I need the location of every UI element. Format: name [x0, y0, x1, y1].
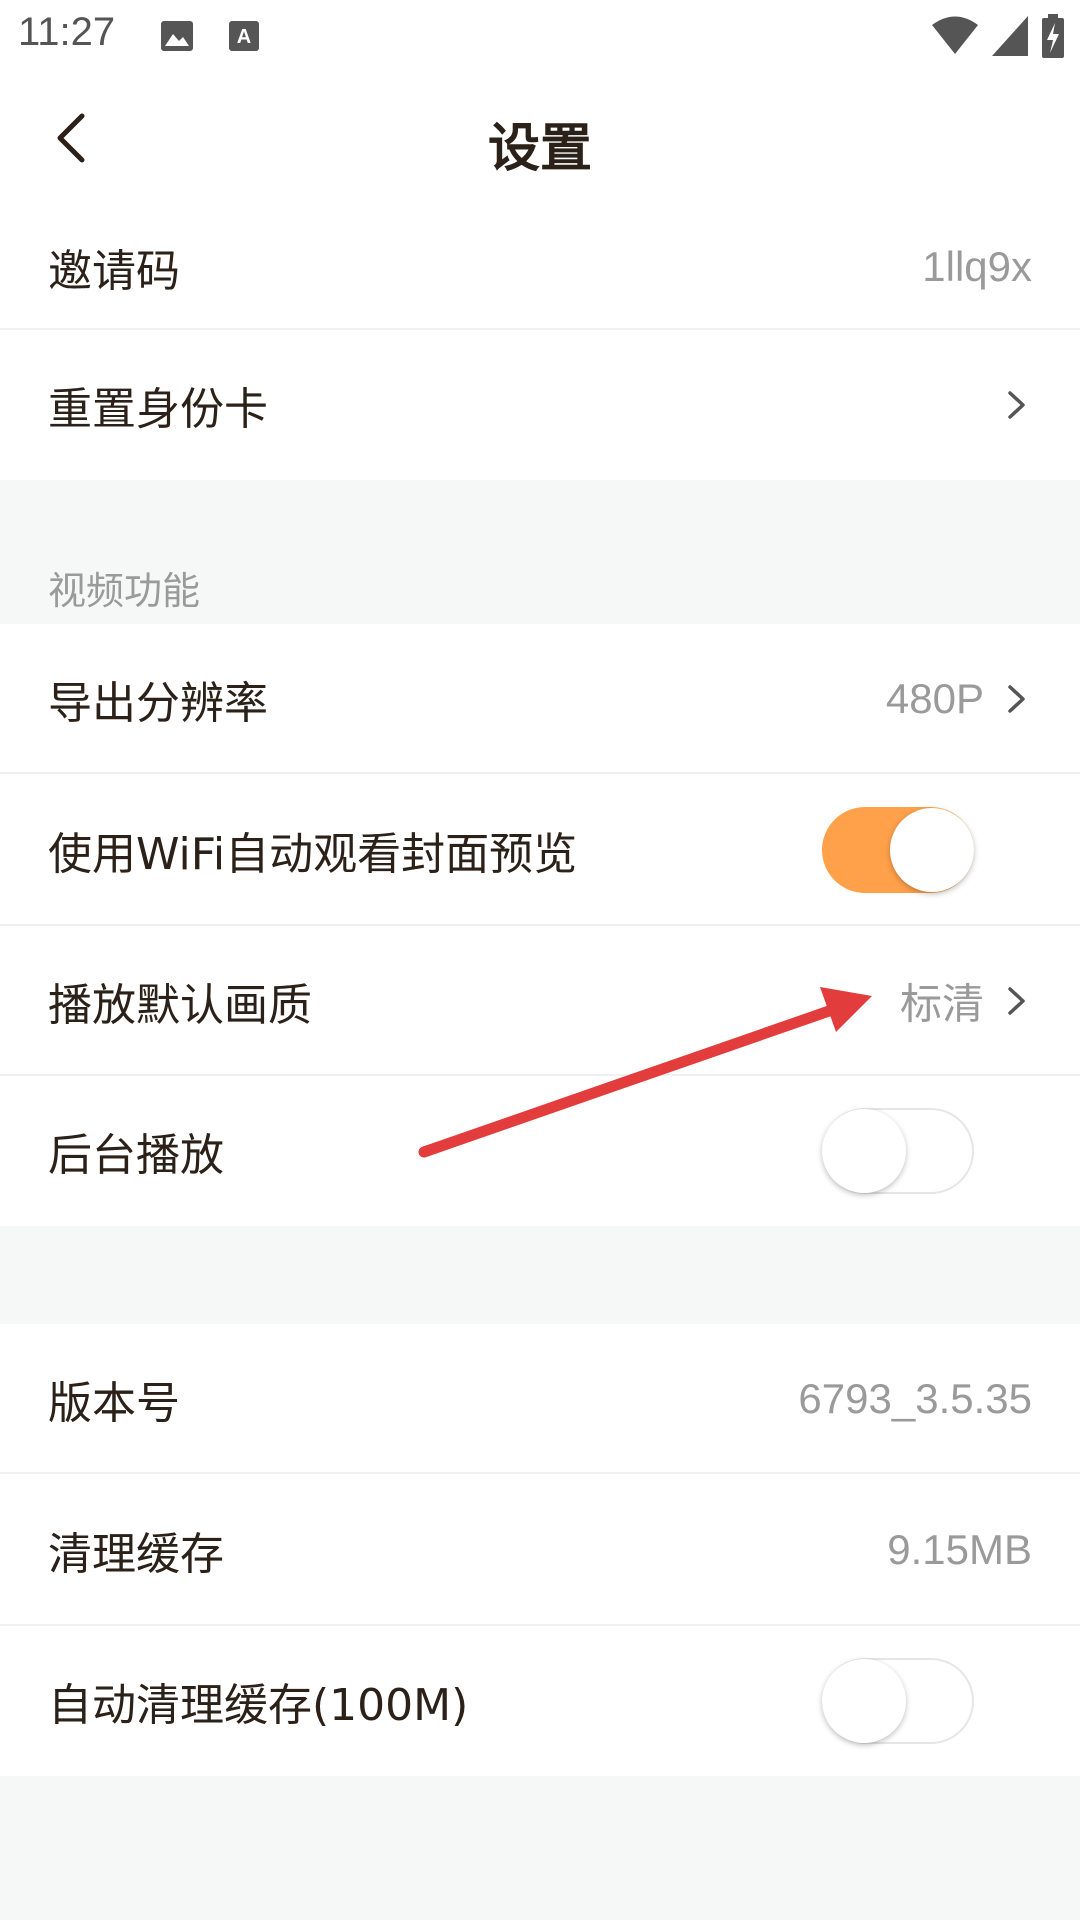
reset-id-card-label: 重置身份卡 [48, 384, 268, 435]
battery-charging-icon [1042, 14, 1064, 58]
reset-id-card-row[interactable]: 重置身份卡 [0, 330, 1080, 480]
default-quality-row[interactable]: 播放默认画质 标清 [0, 926, 1080, 1076]
version-value: 6793_3.5.35 [798, 1375, 1032, 1422]
status-time: 11:27 [18, 10, 116, 54]
wifi-autoplay-cover-row: 使用WiFi自动观看封面预览 [0, 774, 1080, 926]
export-resolution-row[interactable]: 导出分辨率 480P [0, 624, 1080, 774]
chevron-right-icon [1008, 391, 1025, 419]
clear-cache-row[interactable]: 清理缓存 9.15MB [0, 1474, 1080, 1626]
keyboard-a-icon: A [229, 21, 259, 51]
toggle-knob [890, 808, 974, 892]
version-row: 版本号 6793_3.5.35 [0, 1324, 1080, 1474]
invite-code-row: 邀请码 1llq9x [0, 204, 1080, 330]
default-quality-label: 播放默认画质 [48, 980, 312, 1031]
default-quality-value: 标清 [899, 980, 984, 1028]
background-play-label: 后台播放 [48, 1130, 224, 1181]
page-title: 设置 [487, 119, 592, 179]
auto-clear-cache-label: 自动清理缓存(100M) [48, 1680, 469, 1731]
clear-cache-label: 清理缓存 [48, 1529, 224, 1580]
svg-text:A: A [237, 26, 251, 48]
auto-clear-cache-row: 自动清理缓存(100M) [0, 1626, 1080, 1776]
image-icon [161, 21, 193, 51]
chevron-right-icon [1008, 987, 1025, 1015]
section-header-video: 视频功能 [48, 569, 201, 613]
toggle-knob [822, 1659, 906, 1743]
cell-signal-icon [992, 16, 1028, 56]
status-bar: 11:27 A [0, 0, 1080, 72]
wifi-autoplay-cover-label: 使用WiFi自动观看封面预览 [48, 829, 578, 880]
wifi-icon [932, 16, 978, 54]
toggle-knob [822, 1109, 906, 1193]
clear-cache-value: 9.15MB [887, 1526, 1032, 1573]
header: 设置 [0, 72, 1080, 204]
chevron-right-icon [1008, 685, 1025, 713]
invite-code-label: 邀请码 [48, 246, 180, 297]
invite-code-value: 1llq9x [922, 243, 1032, 290]
version-label: 版本号 [48, 1378, 180, 1429]
background-play-toggle[interactable] [822, 1108, 974, 1194]
auto-clear-cache-toggle[interactable] [822, 1658, 974, 1744]
export-resolution-label: 导出分辨率 [48, 678, 268, 729]
export-resolution-value: 480P [885, 675, 984, 722]
wifi-autoplay-cover-toggle[interactable] [822, 807, 974, 893]
background-play-row: 后台播放 [0, 1076, 1080, 1226]
